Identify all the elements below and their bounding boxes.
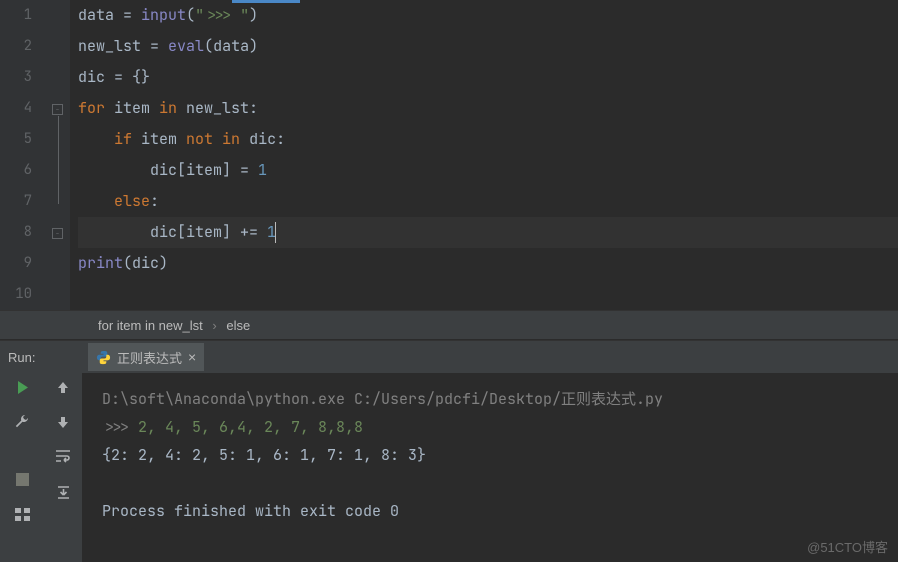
fold-toggle-icon[interactable]: − xyxy=(52,104,63,115)
console-input: 2, 4, 5, 6,4, 2, 7, 8,8,8 xyxy=(138,417,363,437)
scroll-to-end-icon[interactable] xyxy=(53,482,73,502)
code-line: data = input(">>> ") xyxy=(78,0,898,31)
line-number: 7 xyxy=(0,186,32,217)
line-number: 6 xyxy=(0,155,32,186)
code-line: else: xyxy=(78,186,898,217)
line-number: 8 xyxy=(0,217,32,248)
run-toolbar-mid xyxy=(44,341,82,562)
line-number: 5 xyxy=(0,124,32,155)
indent-line xyxy=(58,116,59,204)
layout-icon[interactable] xyxy=(12,504,32,524)
line-number-gutter: 1 2 3 4 5 6 7 8 9 10 xyxy=(0,0,48,310)
code-line: if item not in dic: xyxy=(78,124,898,155)
code-line: print(dic) xyxy=(78,248,898,279)
code-line xyxy=(78,279,898,310)
text-caret xyxy=(275,222,276,243)
wrench-icon[interactable] xyxy=(12,412,32,432)
code-line: new_lst = eval(data) xyxy=(78,31,898,62)
line-number: 4 xyxy=(0,93,32,124)
down-arrow-icon[interactable] xyxy=(53,412,73,432)
run-tab[interactable]: 正则表达式 × xyxy=(88,343,204,371)
tab-label: 正则表达式 xyxy=(117,348,182,367)
fold-toggle-icon[interactable]: − xyxy=(52,228,63,239)
code-line: for item in new_lst: xyxy=(78,93,898,124)
console-output[interactable]: D:\soft\Anaconda\python.exe C:/Users/pdc… xyxy=(82,373,898,562)
breadcrumb-item[interactable]: for item in new_lst xyxy=(98,318,203,333)
python-icon xyxy=(96,350,111,365)
line-number: 2 xyxy=(0,31,32,62)
line-number: 3 xyxy=(0,62,32,93)
chevron-right-icon: › xyxy=(212,318,216,333)
code-content[interactable]: data = input(">>> ") new_lst = eval(data… xyxy=(70,0,898,310)
console-path: D:\soft\Anaconda\python.exe C:/Users/pdc… xyxy=(102,389,663,409)
line-number: 1 xyxy=(0,0,32,31)
code-line-active: dic[item] += 1 xyxy=(78,217,898,248)
up-arrow-icon[interactable] xyxy=(53,377,73,397)
run-tabs: 正则表达式 × xyxy=(82,341,898,373)
soft-wrap-icon[interactable] xyxy=(53,447,73,467)
run-content-area: 正则表达式 × D:\soft\Anaconda\python.exe C:/U… xyxy=(82,341,898,562)
breadcrumb-item[interactable]: else xyxy=(226,318,250,333)
run-tool-window: Run: 正则表达式 × xyxy=(0,340,898,562)
console-result: {2: 2, 4: 2, 5: 1, 6: 1, 7: 1, 8: 3} xyxy=(102,445,426,465)
breadcrumb[interactable]: for item in new_lst › else xyxy=(0,310,898,340)
code-line: dic = {} xyxy=(78,62,898,93)
stop-button[interactable] xyxy=(12,469,32,489)
console-prompt: >>> xyxy=(102,417,138,437)
console-exit: Process finished with exit code 0 xyxy=(102,501,399,521)
run-button[interactable] xyxy=(12,377,32,397)
run-toolbar-left: Run: xyxy=(0,341,44,562)
watermark: @51CTO博客 xyxy=(807,537,888,556)
close-icon[interactable]: × xyxy=(188,349,196,365)
line-number: 10 xyxy=(0,279,32,310)
line-number: 9 xyxy=(0,248,32,279)
fold-gutter: − − xyxy=(48,0,70,310)
code-editor[interactable]: 1 2 3 4 5 6 7 8 9 10 − − data = input(">… xyxy=(0,0,898,310)
code-line: dic[item] = 1 xyxy=(78,155,898,186)
run-panel-label: Run: xyxy=(8,350,35,365)
